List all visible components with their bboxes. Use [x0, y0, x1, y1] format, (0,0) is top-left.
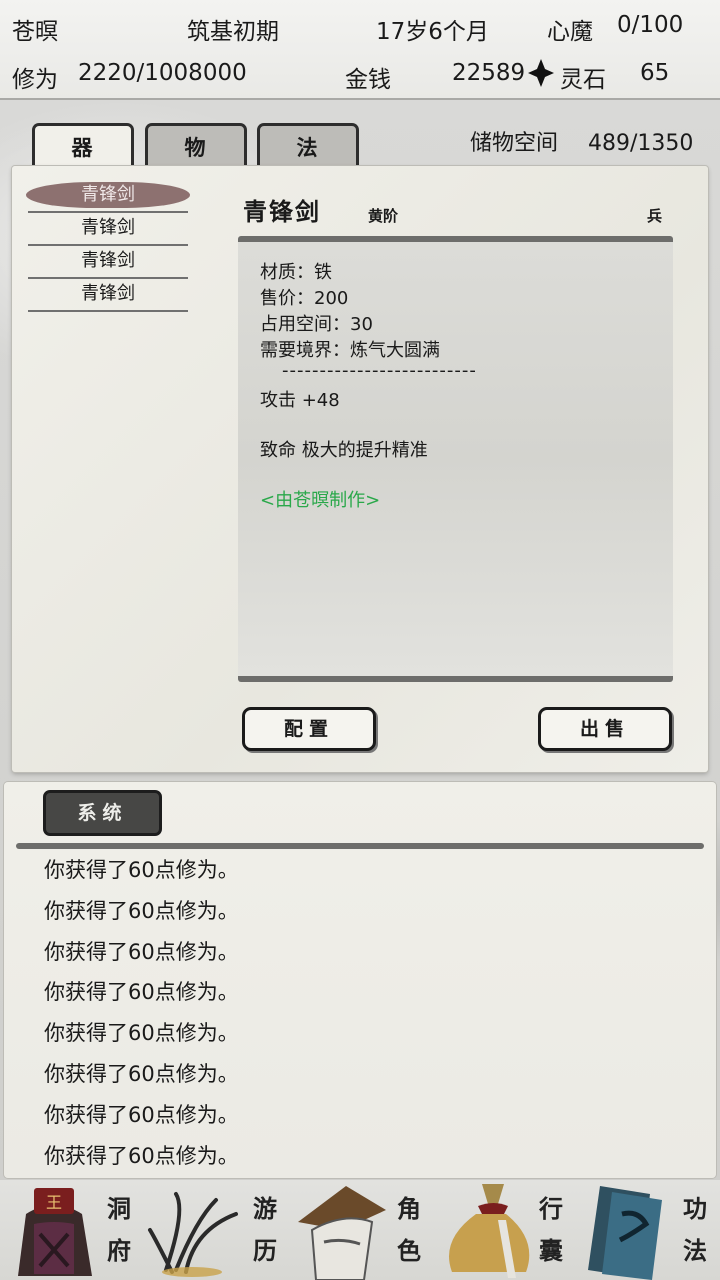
bag-icon: [438, 1180, 538, 1280]
travel-icon: [146, 1190, 246, 1280]
log-line: 你获得了60点修为。: [44, 898, 239, 923]
character-icon: [294, 1182, 390, 1280]
nav-travel[interactable]: 游 历: [140, 1180, 288, 1280]
status-bar: 苍暝 筑基初期 17岁6个月 心魔 0/100 修为 2220/1008000 …: [0, 0, 720, 100]
tab-equipment[interactable]: 器: [32, 123, 134, 169]
spirit-value: 65: [640, 60, 670, 86]
tab-techniques[interactable]: 法: [257, 123, 359, 169]
nav-techniques[interactable]: 功 法: [580, 1180, 720, 1280]
storage-label: 储物空间: [470, 131, 559, 156]
log-line: 你获得了60点修为。: [44, 1021, 239, 1046]
age-label: 17岁6个月: [376, 19, 489, 45]
money-value: 22589: [452, 60, 526, 86]
log-line: 你获得了60点修为。: [44, 1143, 239, 1168]
bottom-nav: 王 洞 府 游 历 角 色 行 囊 功 法: [0, 1180, 720, 1280]
list-item[interactable]: 青锋剑: [28, 213, 188, 246]
item-material: 材质：铁: [260, 262, 332, 283]
item-grade: 黄阶: [368, 207, 399, 225]
spirit-label: 灵石: [560, 67, 606, 93]
item-crafter: <由苍暝制作>: [260, 490, 381, 511]
log-divider: [16, 843, 704, 849]
spirit-stone-icon: [527, 58, 555, 94]
demon-label: 心魔: [547, 19, 593, 45]
log-line: 你获得了60点修为。: [44, 1061, 239, 1086]
cultivation-value: 2220/1008000: [78, 60, 247, 86]
equip-button[interactable]: 配置: [242, 707, 376, 751]
item-space: 占用空间：30: [260, 314, 373, 335]
list-item[interactable]: 青锋剑: [28, 279, 188, 312]
log-list: 你获得了60点修为。 你获得了60点修为。 你获得了60点修为。 你获得了60点…: [44, 852, 239, 1178]
item-critical: 致命 极大的提升精准: [260, 440, 428, 461]
cave-dwelling-icon: 王: [8, 1184, 100, 1280]
demon-value: 0/100: [617, 12, 684, 38]
detail-separator: --------------------------: [282, 360, 477, 381]
nav-character[interactable]: 角 色: [288, 1180, 434, 1280]
log-line: 你获得了60点修为。: [44, 939, 239, 964]
log-line: 你获得了60点修为。: [44, 980, 239, 1005]
scripture-icon: [580, 1180, 676, 1280]
money-label: 金钱: [345, 67, 391, 93]
nav-bag[interactable]: 行 囊: [434, 1180, 580, 1280]
svg-text:王: 王: [46, 1193, 62, 1212]
item-attack: 攻击 +48: [260, 390, 340, 411]
item-type: 兵: [647, 207, 663, 225]
sell-button[interactable]: 出售: [538, 707, 672, 751]
realm-label: 筑基初期: [187, 19, 279, 45]
item-required-realm: 需要境界：炼气大圆满: [260, 340, 440, 361]
tab-system[interactable]: 系统: [43, 790, 162, 836]
player-name: 苍暝: [12, 19, 58, 45]
storage-capacity: 储物空间 489/1350: [470, 125, 693, 157]
log-line: 你获得了60点修为。: [44, 1102, 239, 1127]
item-price: 售价：200: [260, 288, 349, 309]
cultivation-label: 修为: [12, 67, 58, 93]
log-line: 你获得了60点修为。: [44, 858, 239, 882]
tab-items[interactable]: 物: [145, 123, 247, 169]
list-item[interactable]: 青锋剑: [28, 246, 188, 279]
nav-cave-dwelling[interactable]: 王 洞 府: [0, 1180, 140, 1280]
list-item[interactable]: 青锋剑: [26, 180, 190, 213]
storage-value: 489/1350: [588, 131, 694, 156]
item-list: 青锋剑 青锋剑 青锋剑 青锋剑: [26, 180, 190, 312]
item-name: 青锋剑: [243, 198, 321, 226]
